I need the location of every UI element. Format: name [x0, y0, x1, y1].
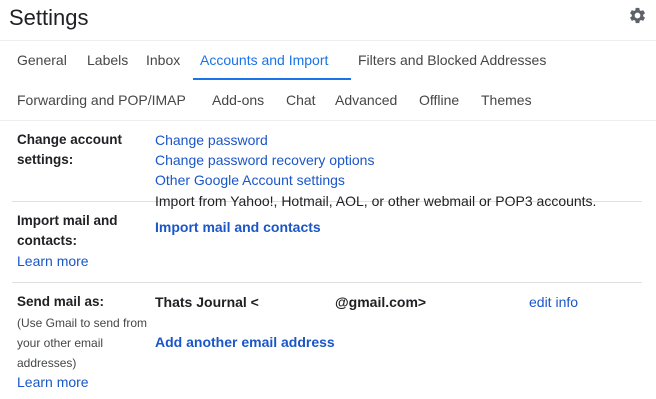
tab-inbox[interactable]: Inbox [146, 52, 180, 68]
send-mail-as-label: Send mail as: [17, 294, 105, 309]
page-title: Settings [9, 5, 89, 30]
add-another-email-address-link[interactable]: Add another email address [155, 334, 335, 350]
section-divider [12, 282, 642, 283]
tabs-divider [0, 120, 656, 121]
tab-advanced[interactable]: Advanced [335, 92, 397, 108]
sender-name: Thats Journal < [155, 294, 259, 310]
tab-general[interactable]: General [17, 52, 67, 68]
change-account-label: Change account settings: [17, 132, 123, 167]
active-tab-indicator [193, 78, 351, 80]
tab-labels[interactable]: Labels [87, 52, 128, 68]
send-mail-as-note: (Use Gmail to send from your other email… [17, 316, 148, 370]
tab-filters-and-blocked-addresses[interactable]: Filters and Blocked Addresses [358, 52, 546, 68]
send-mail-learn-more-link[interactable]: Learn more [17, 374, 89, 390]
tab-accounts-and-import[interactable]: Accounts and Import [200, 52, 328, 68]
import-mail-and-contacts-link[interactable]: Import mail and contacts [155, 219, 321, 235]
tab-chat[interactable]: Chat [286, 92, 316, 108]
tab-offline[interactable]: Offline [419, 92, 459, 108]
import-learn-more-link[interactable]: Learn more [17, 253, 89, 269]
change-password-link[interactable]: Change password [155, 132, 268, 148]
change-recovery-options-link[interactable]: Change password recovery options [155, 152, 374, 168]
edit-info-link[interactable]: edit info [529, 294, 578, 310]
sender-email-domain: @gmail.com> [335, 294, 427, 310]
header-divider [0, 40, 656, 41]
tab-forwarding-and-pop-imap[interactable]: Forwarding and POP/IMAP [17, 92, 186, 108]
other-google-account-settings-link[interactable]: Other Google Account settings [155, 172, 345, 188]
tab-themes[interactable]: Themes [481, 92, 532, 108]
tab-add-ons[interactable]: Add-ons [212, 92, 264, 108]
import-mail-label: Import mail and contacts: [17, 213, 118, 248]
import-description: Import from Yahoo!, Hotmail, AOL, or oth… [155, 193, 597, 209]
gear-icon[interactable] [628, 6, 647, 25]
